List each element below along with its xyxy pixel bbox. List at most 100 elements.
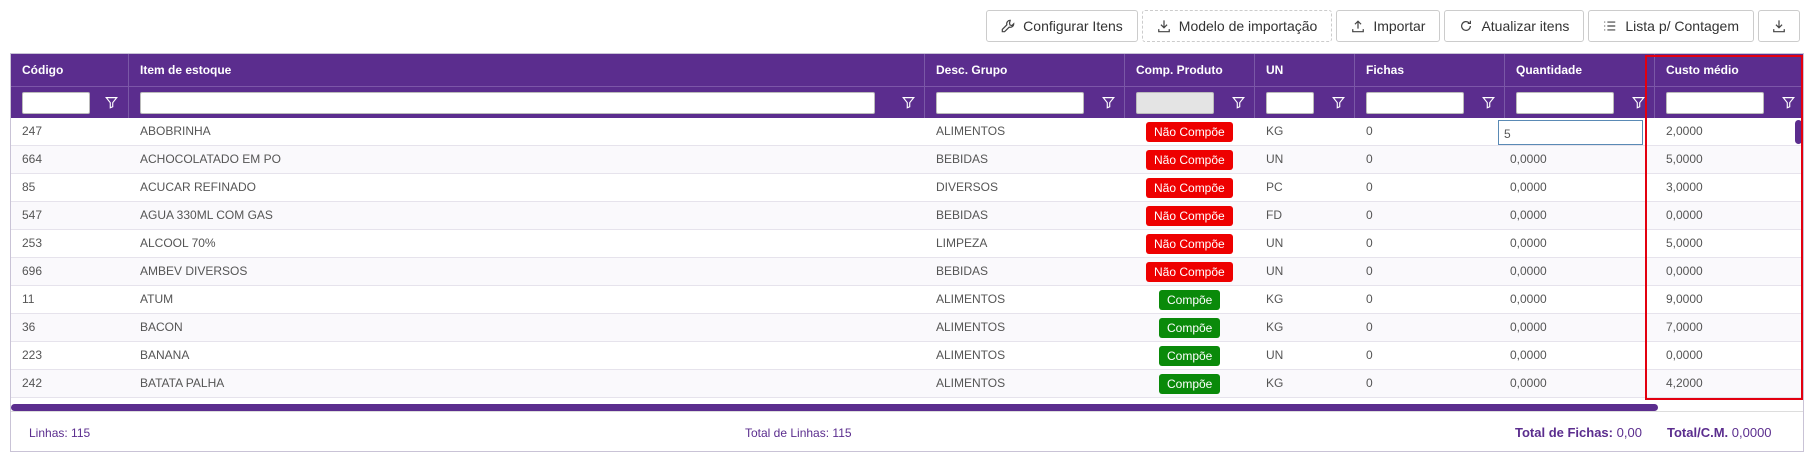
cell-item: ATUM <box>140 292 174 306</box>
filter-custo-input[interactable] <box>1666 92 1764 114</box>
cell-un: UN <box>1266 236 1284 250</box>
list-icon <box>1603 19 1617 33</box>
filter-icon[interactable] <box>1332 96 1345 109</box>
importar-button[interactable]: Importar <box>1336 10 1441 42</box>
cell-grupo: ALIMENTOS <box>936 376 1006 390</box>
importar-label: Importar <box>1373 18 1426 34</box>
cell-codigo: 253 <box>22 236 43 250</box>
total-fichas: Total de Fichas: 0,00 <box>1515 425 1642 440</box>
wrench-icon <box>1001 19 1015 33</box>
table-row[interactable]: 36 BACON ALIMENTOS Compõe KG 0 0,0000 7,0000 <box>11 314 1803 342</box>
horizontal-scrollbar[interactable] <box>11 404 1658 411</box>
cell-codigo: 547 <box>22 208 43 222</box>
filter-icon[interactable] <box>902 96 915 109</box>
cell-un: KG <box>1266 376 1284 390</box>
cell-item: ABOBRINHA <box>140 124 211 138</box>
cell-quantidade: 0,0000 <box>1510 152 1547 166</box>
cell-un: PC <box>1266 180 1283 194</box>
cell-quantidade: 0,0000 <box>1510 348 1547 362</box>
header-item-estoque[interactable]: Item de estoque <box>129 54 925 86</box>
cell-codigo: 223 <box>22 348 43 362</box>
cell-custo-medio: 3,0000 <box>1666 180 1703 194</box>
grid-header: Código Item de estoque Desc. Grupo Comp.… <box>11 54 1803 86</box>
lista-contagem-button[interactable]: Lista p/ Contagem <box>1588 10 1754 42</box>
status-badge: Não Compõe <box>1146 234 1233 254</box>
table-row[interactable]: 696 AMBEV DIVERSOS BEBIDAS Não Compõe UN 0 0,0… <box>11 258 1803 286</box>
stock-items-grid: Código Item de estoque Desc. Grupo Comp.… <box>10 53 1804 452</box>
filter-grupo-input[interactable] <box>936 92 1084 114</box>
cell-grupo: ALIMENTOS <box>936 320 1006 334</box>
download-icon <box>1772 19 1786 33</box>
filter-codigo <box>11 87 129 118</box>
status-badge: Compõe <box>1159 290 1221 310</box>
cell-quantidade: 0,0000 <box>1510 292 1547 306</box>
cell-grupo: BEBIDAS <box>936 152 989 166</box>
cell-custo-medio: 5,0000 <box>1666 236 1703 250</box>
header-desc-grupo[interactable]: Desc. Grupo <box>925 54 1125 86</box>
table-row[interactable]: 664 ACHOCOLATADO EM PO BEBIDAS Não Compõe UN… <box>11 146 1803 174</box>
filter-icon[interactable] <box>105 96 118 109</box>
refresh-icon <box>1459 19 1473 33</box>
filter-fichas-input[interactable] <box>1366 92 1464 114</box>
status-badge: Não Compõe <box>1146 206 1233 226</box>
export-button[interactable] <box>1758 10 1800 42</box>
cell-item: BACON <box>140 320 183 334</box>
configurar-itens-label: Configurar Itens <box>1023 18 1123 34</box>
filter-icon[interactable] <box>1632 96 1645 109</box>
header-custo-medio[interactable]: Custo médio <box>1655 54 1803 86</box>
cell-fichas: 0 <box>1366 292 1373 306</box>
cell-custo-medio: 0,0000 <box>1666 264 1703 278</box>
filter-codigo-input[interactable] <box>22 92 90 114</box>
cell-custo-medio: 0,0000 <box>1666 208 1703 222</box>
cell-un: KG <box>1266 292 1284 306</box>
cell-fichas: 0 <box>1366 376 1373 390</box>
table-row[interactable]: 547 AGUA 330ML COM GAS BEBIDAS Não Compõe FD… <box>11 202 1803 230</box>
table-row[interactable]: 247 ABOBRINHA ALIMENTOS Não Compõe KG 0 5 2,000… <box>11 118 1803 146</box>
header-codigo[interactable]: Código <box>11 54 129 86</box>
filter-item-input[interactable] <box>140 92 875 114</box>
filter-icon[interactable] <box>1232 96 1245 109</box>
table-row[interactable]: 242 BATATA PALHA ALIMENTOS Compõe KG 0 0,0000 4… <box>11 370 1803 398</box>
total-cm: Total/C.M. 0,0000 <box>1667 425 1772 440</box>
cell-grupo: BEBIDAS <box>936 264 989 278</box>
header-quantidade[interactable]: Quantidade <box>1505 54 1655 86</box>
cell-fichas: 0 <box>1366 264 1373 278</box>
cell-item: AGUA 330ML COM GAS <box>140 208 273 222</box>
cell-quantidade: 0,0000 <box>1510 320 1547 334</box>
cell-codigo: 247 <box>22 124 43 138</box>
cell-custo-medio: 9,0000 <box>1666 292 1703 306</box>
cell-codigo: 696 <box>22 264 43 278</box>
header-un[interactable]: UN <box>1255 54 1355 86</box>
filter-icon[interactable] <box>1782 96 1795 109</box>
cell-codigo: 11 <box>22 292 35 306</box>
vertical-scrollbar[interactable] <box>1795 120 1802 144</box>
cell-quantidade: 0,0000 <box>1510 376 1547 390</box>
filter-quantidade-input[interactable] <box>1516 92 1614 114</box>
header-comp-produto[interactable]: Comp. Produto <box>1125 54 1255 86</box>
cell-quantidade: 0,0000 <box>1510 264 1547 278</box>
grid-filter-row <box>11 86 1803 118</box>
cell-custo-medio: 0,0000 <box>1666 348 1703 362</box>
filter-item <box>129 87 925 118</box>
cell-fichas: 0 <box>1366 320 1373 334</box>
filter-icon[interactable] <box>1482 96 1495 109</box>
header-fichas[interactable]: Fichas <box>1355 54 1505 86</box>
filter-icon[interactable] <box>1102 96 1115 109</box>
atualizar-itens-button[interactable]: Atualizar itens <box>1444 10 1585 42</box>
quantidade-edit-input[interactable]: 5 <box>1498 120 1643 145</box>
cell-custo-medio: 4,2000 <box>1666 376 1703 390</box>
cell-fichas: 0 <box>1366 236 1373 250</box>
atualizar-itens-label: Atualizar itens <box>1481 18 1570 34</box>
configurar-itens-button[interactable]: Configurar Itens <box>986 10 1138 42</box>
modelo-importacao-button[interactable]: Modelo de importação <box>1141 10 1333 42</box>
filter-comp-select[interactable] <box>1136 92 1214 114</box>
status-badge: Não Compõe <box>1146 178 1233 198</box>
cell-un: UN <box>1266 348 1284 362</box>
table-row[interactable]: 223 BANANA ALIMENTOS Compõe UN 0 0,0000 0,0000 <box>11 342 1803 370</box>
cell-item: AMBEV DIVERSOS <box>140 264 248 278</box>
table-row[interactable]: 11 ATUM ALIMENTOS Compõe KG 0 0,0000 9,0000 <box>11 286 1803 314</box>
status-badge: Compõe <box>1159 374 1221 394</box>
table-row[interactable]: 253 ALCOOL 70% LIMPEZA Não Compõe UN 0 0,0000 5… <box>11 230 1803 258</box>
filter-un-input[interactable] <box>1266 92 1314 114</box>
table-row[interactable]: 85 ACUCAR REFINADO DIVERSOS Não Compõe PC 0 0,… <box>11 174 1803 202</box>
